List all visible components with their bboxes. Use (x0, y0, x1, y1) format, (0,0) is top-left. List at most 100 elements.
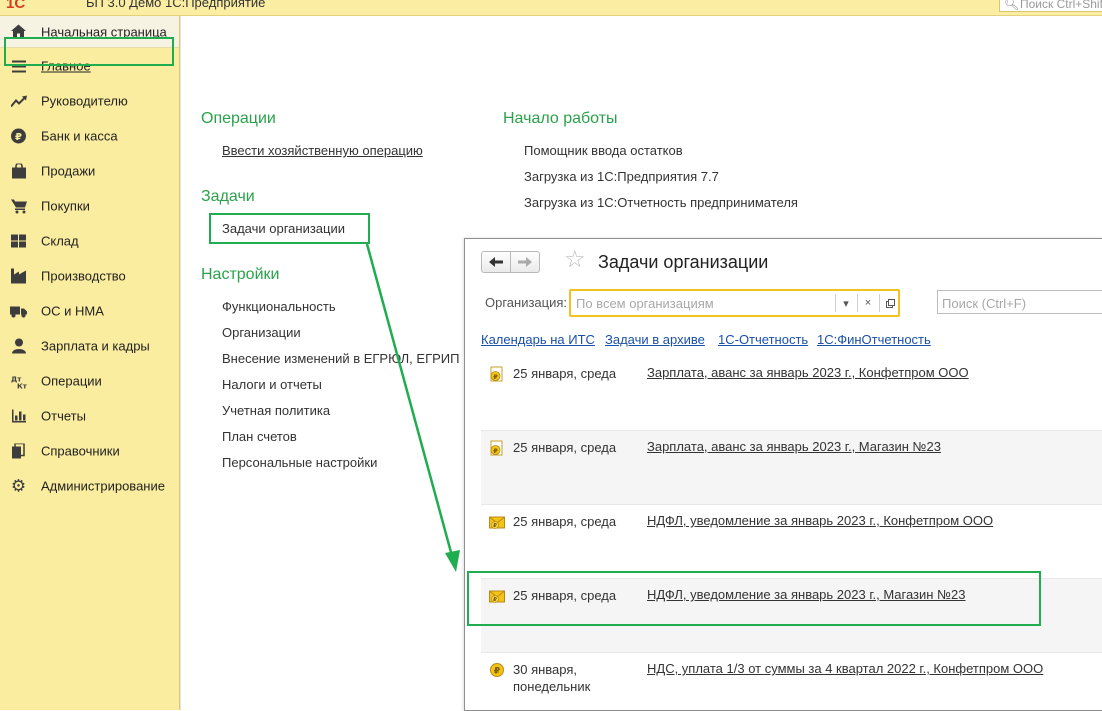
cmd-enter-operation[interactable]: Ввести хозяйственную операцию (222, 143, 423, 158)
task-row[interactable]: ₽ 25 января, среда Зарплата, аванс за ян… (481, 357, 1102, 431)
link-1c-fin-reporting[interactable]: 1С:ФинОтчетность (817, 332, 931, 347)
cmd-load-from-entrepreneur[interactable]: Загрузка из 1С:Отчетность предпринимател… (524, 195, 798, 210)
search-field (937, 290, 1102, 314)
task-link[interactable]: Зарплата, аванс за январь 2023 г., Магаз… (647, 439, 941, 454)
sidebar-item-admin[interactable]: ⚙ Администрирование (0, 471, 179, 501)
sidebar-item-purchases[interactable]: Покупки (0, 191, 179, 221)
cmd-personal-settings[interactable]: Персональные настройки (222, 455, 377, 470)
organization-tasks-window: ☆ Задачи организации Организация: ▾ × Ка… (464, 238, 1102, 711)
link-1c-reporting[interactable]: 1С-Отчетность (718, 332, 808, 347)
organization-label: Организация: (485, 295, 568, 310)
sidebar-item-reports[interactable]: Отчеты (0, 401, 179, 431)
dropdown-arrow-icon[interactable]: ▾ (836, 294, 856, 312)
sidebar-item-label: Банк и касса (41, 128, 118, 144)
cmd-functionality[interactable]: Функциональность (222, 299, 336, 314)
sidebar-item-home[interactable]: Начальная страница (0, 16, 179, 48)
section-title-start: Начало работы (503, 110, 618, 127)
window-title: Задачи организации (598, 252, 769, 272)
task-row[interactable]: ₽ 30 января, понедельник НДС, уплата 1/3… (481, 653, 1102, 710)
sidebar-item-sales[interactable]: Продажи (0, 156, 179, 186)
svg-text:₽: ₽ (15, 132, 22, 143)
search-icon: 🔍︎ (1004, 0, 1020, 11)
menu-lines-icon (10, 58, 27, 75)
link-its-calendar[interactable]: Календарь на ИТС (481, 332, 595, 347)
cmd-organization-tasks[interactable]: Задачи организации (222, 221, 345, 236)
arrow-left-icon (489, 257, 503, 267)
task-row[interactable]: ₽ 25 января, среда Зарплата, аванс за ян… (481, 431, 1102, 505)
sidebar-item-label: Главное (41, 58, 91, 74)
ruble-icon: ₽ (10, 128, 27, 145)
task-date: 25 января, среда (513, 366, 617, 381)
trend-icon (10, 93, 27, 110)
sidebar-item-director[interactable]: Руководителю (0, 86, 179, 116)
window-title: БП 3.0 Демо 1С:Предприятие (86, 0, 266, 10)
task-row[interactable]: ₽ 25 января, среда НДФЛ, уведомление за … (481, 579, 1102, 653)
sidebar-item-bank[interactable]: ₽ Банк и касса (0, 121, 179, 151)
title-bar: 1С БП 3.0 Демо 1С:Предприятие 🔍︎ Поиск C… (0, 0, 1102, 16)
envelope-ruble-icon: ₽ (489, 514, 505, 530)
organization-field: ▾ × (569, 289, 900, 317)
sidebar-item-label: Покупки (41, 198, 90, 214)
svg-text:₽: ₽ (493, 373, 498, 381)
sidebar-item-label: Зарплата и кадры (41, 338, 150, 354)
sidebar-item-fixed-assets[interactable]: ОС и НМА (0, 296, 179, 326)
back-button[interactable] (481, 251, 511, 273)
sidebar-item-label: Продажи (41, 163, 96, 179)
truck-icon (10, 303, 27, 320)
shopping-bag-icon (10, 163, 27, 180)
section-title-tasks: Задачи (201, 188, 255, 205)
svg-text:₽: ₽ (493, 523, 497, 529)
sidebar-item-production[interactable]: Производство (0, 261, 179, 291)
sidebar-item-label: Производство (41, 268, 126, 284)
cmd-load-from-77[interactable]: Загрузка из 1С:Предприятия 7.7 (524, 169, 719, 184)
app-logo: 1С (6, 0, 26, 12)
sidebar-item-warehouse[interactable]: Склад (0, 226, 179, 256)
clear-icon[interactable]: × (858, 294, 878, 312)
arrow-right-icon (518, 257, 532, 267)
sidebar-item-main[interactable]: Главное (0, 51, 179, 81)
document-ruble-icon: ₽ (489, 366, 505, 382)
task-link[interactable]: НДС, уплата 1/3 от суммы за 4 квартал 20… (647, 661, 1043, 676)
coin-ruble-icon: ₽ (489, 662, 505, 678)
task-date: 25 января, среда (513, 440, 617, 455)
cart-icon (10, 198, 27, 215)
tasks-list: ₽ 25 января, среда Зарплата, аванс за ян… (481, 357, 1102, 710)
link-archived-tasks[interactable]: Задачи в архиве (605, 332, 705, 347)
cmd-chart-of-accounts[interactable]: План счетов (222, 429, 297, 444)
debit-credit-icon: Дт Кт (10, 373, 27, 390)
task-link[interactable]: НДФЛ, уведомление за январь 2023 г., Маг… (647, 587, 965, 602)
sidebar-item-label: Отчеты (41, 408, 86, 424)
sidebar: Начальная страница Главное Руководителю … (0, 16, 180, 710)
section-title-operations: Операции (201, 110, 276, 127)
global-search-placeholder: Поиск Ctrl+Shift+F (1020, 0, 1102, 11)
bar-chart-icon (10, 408, 27, 425)
sidebar-item-label: Справочники (41, 443, 120, 459)
cmd-taxes-reports[interactable]: Налоги и отчеты (222, 377, 322, 392)
task-link[interactable]: НДФЛ, уведомление за январь 2023 г., Кон… (647, 513, 993, 528)
cmd-organizations[interactable]: Организации (222, 325, 301, 340)
sidebar-item-operations[interactable]: Дт Кт Операции (0, 366, 179, 396)
factory-icon (10, 268, 27, 285)
forward-button[interactable] (510, 251, 540, 273)
open-icon[interactable] (880, 294, 900, 312)
gear-icon: ⚙ (10, 476, 27, 495)
cmd-opening-balances[interactable]: Помощник ввода остатков (524, 143, 683, 158)
sidebar-item-label: ОС и НМА (41, 303, 104, 319)
cmd-egrul-changes[interactable]: Внесение изменений в ЕГРЮЛ, ЕГРИП (222, 351, 459, 366)
global-search-field[interactable]: 🔍︎ Поиск Ctrl+Shift+F (999, 0, 1102, 12)
search-input[interactable] (940, 293, 1102, 313)
sidebar-item-salary[interactable]: Зарплата и кадры (0, 331, 179, 361)
section-title-settings: Настройки (201, 266, 280, 283)
cmd-accounting-policy[interactable]: Учетная политика (222, 403, 330, 418)
favorite-star-icon[interactable]: ☆ (564, 248, 586, 272)
organization-input[interactable] (574, 294, 835, 312)
document-ruble-icon: ₽ (489, 440, 505, 456)
svg-text:₽: ₽ (494, 667, 500, 677)
task-date: 30 января, понедельник (513, 662, 591, 694)
sidebar-item-catalogs[interactable]: Справочники (0, 436, 179, 466)
sidebar-item-label: Операции (41, 373, 102, 389)
task-row[interactable]: ₽ 25 января, среда НДФЛ, уведомление за … (481, 505, 1102, 579)
sidebar-item-label: Руководителю (41, 93, 128, 109)
task-link[interactable]: Зарплата, аванс за январь 2023 г., Конфе… (647, 365, 969, 380)
envelope-ruble-icon: ₽ (489, 588, 505, 604)
